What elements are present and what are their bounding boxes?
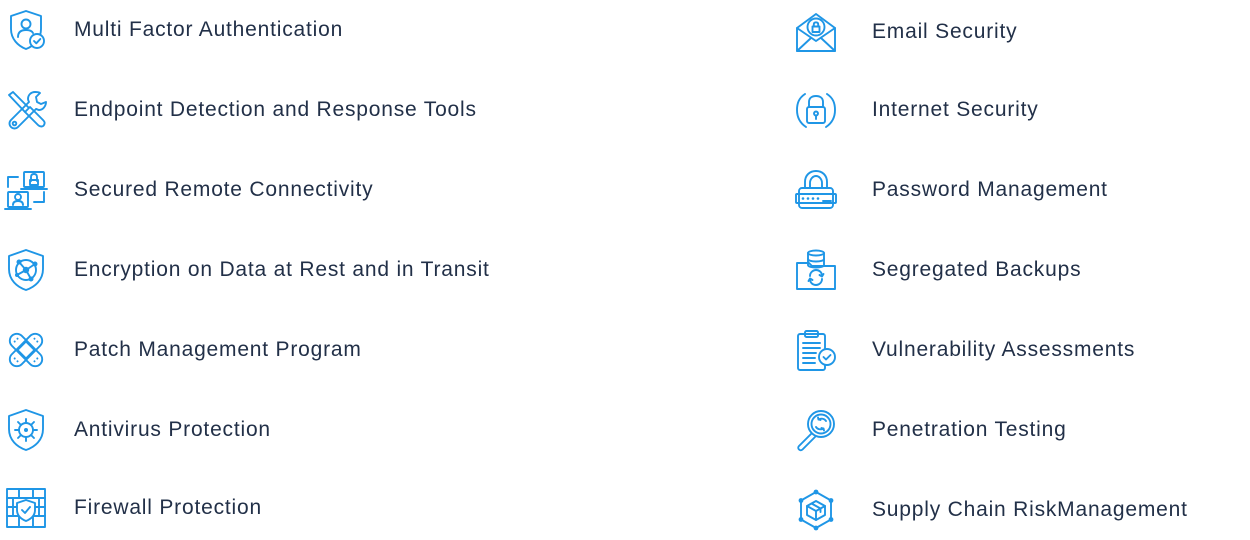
padlock-circle-icon xyxy=(790,84,842,136)
bandage-patch-icon xyxy=(0,324,52,376)
email-lock-icon xyxy=(790,6,842,58)
feature-label: Penetration Testing xyxy=(872,418,1067,441)
feature-label: Firewall Protection xyxy=(74,496,262,519)
feature-label: Multi Factor Authentication xyxy=(74,18,344,41)
feature-label: Password Management xyxy=(872,178,1108,201)
feature-label: Internet Security xyxy=(872,98,1039,121)
feature-label: Secured Remote Connectivity xyxy=(74,178,374,201)
clipboard-check-icon xyxy=(790,324,842,376)
feature-label: Email Security xyxy=(872,20,1018,43)
shield-virus-icon xyxy=(0,404,52,456)
list-item: Segregated Backups xyxy=(790,240,1081,300)
list-item: Endpoint Detection and Response Tools xyxy=(0,80,477,140)
list-item: Penetration Testing xyxy=(790,400,1067,460)
list-item: Multi Factor Authentication xyxy=(0,0,343,60)
database-folder-backup-icon xyxy=(790,244,842,296)
list-item: Antivirus Protection xyxy=(0,400,271,460)
list-item: Encryption on Data at Rest and in Transi… xyxy=(0,240,490,300)
shield-network-icon xyxy=(0,244,52,296)
feature-label: Antivirus Protection xyxy=(74,418,271,441)
list-item: Internet Security xyxy=(790,80,1039,140)
list-item: Email Security xyxy=(790,2,1017,62)
network-package-icon xyxy=(790,484,842,536)
feature-label: Vulnerability Assessments xyxy=(872,338,1136,361)
feature-label: Segregated Backups xyxy=(872,258,1082,281)
list-item: Patch Management Program xyxy=(0,320,362,380)
list-item: Firewall Protection xyxy=(0,478,262,538)
firewall-shield-icon xyxy=(0,482,52,534)
password-lock-icon xyxy=(790,164,842,216)
list-item: Password Management xyxy=(790,160,1108,220)
magnifier-refresh-icon xyxy=(790,404,842,456)
list-item: Supply Chain RiskManagement xyxy=(790,480,1188,540)
remote-computers-lock-icon xyxy=(0,164,52,216)
user-shield-check-icon xyxy=(0,4,52,56)
feature-label: Encryption on Data at Rest and in Transi… xyxy=(74,258,490,281)
list-item: Vulnerability Assessments xyxy=(790,320,1135,380)
feature-label: Supply Chain RiskManagement xyxy=(872,498,1188,521)
feature-label: Endpoint Detection and Response Tools xyxy=(74,98,477,121)
list-item: Secured Remote Connectivity xyxy=(0,160,373,220)
feature-label: Patch Management Program xyxy=(74,338,362,361)
wrench-screwdriver-icon xyxy=(0,84,52,136)
